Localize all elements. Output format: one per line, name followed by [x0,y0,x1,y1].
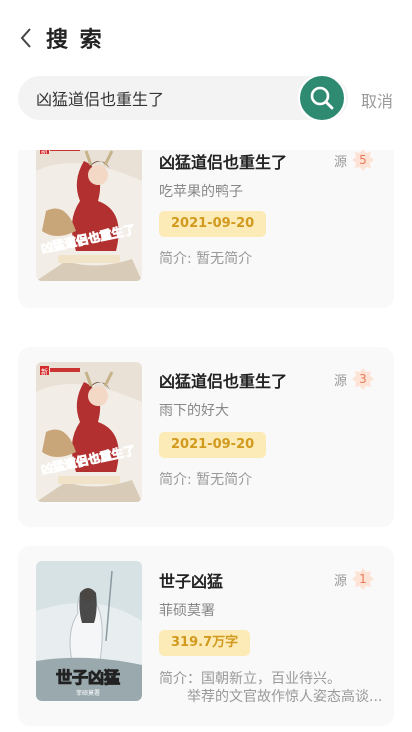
search-button[interactable] [298,74,346,122]
word-count-tag: 319.7万字 [159,630,251,656]
cover-title: 世子凶猛 [56,668,120,687]
search-bar [18,74,348,122]
source-count-badge: 3 [351,367,375,391]
book-cover: 新 凶猛道侣也重生了 [36,362,142,502]
source-count-badge: 5 [351,150,375,172]
cancel-button[interactable]: 取消 [361,88,393,112]
source-label: 源 [334,574,348,589]
book-author: 菲硕莫署 [159,603,215,619]
source-label: 源 [334,374,348,389]
book-cover: 新 凶猛道侣也重生了 [36,150,142,281]
update-date-tag: 2021-09-20 [159,211,267,237]
cover-brand: 新 [41,367,48,376]
back-button[interactable] [14,24,38,52]
book-intro: 简介：国朝新立，百业待兴。 举荐的文官故作惊人姿态高谈... [159,671,383,705]
book-author: 吃苹果的鸭子 [159,184,243,200]
source-count-badge: 1 [351,567,375,591]
book-title: 世子凶猛 [159,572,224,591]
search-input[interactable] [36,76,296,120]
update-date-tag: 2021-09-20 [159,432,267,458]
chevron-left-icon [20,28,31,48]
cover-brand: 新 [41,150,48,155]
book-intro: 简介: 暂无简介 [159,251,253,267]
book-title: 凶猛道侣也重生了 [159,153,288,172]
result-list: 新 凶猛道侣也重生了 凶猛道侣也重生了 源 5 吃苹果的鸭子 2021-09-2… [0,150,412,732]
result-card[interactable]: 新 凶猛道侣也重生了 凶猛道侣也重生了 源 5 吃苹果的鸭子 2021-09-2… [18,150,394,308]
book-intro: 简介: 暂无简介 [159,472,253,488]
header: 搜 索 [0,0,412,76]
page-title: 搜 索 [46,28,104,53]
result-card[interactable]: 新 凶猛道侣也重生了 凶猛道侣也重生了 源 3 雨下的好大 2021-09-20… [18,347,394,527]
source-label: 源 [334,155,348,170]
book-title: 凶猛道侣也重生了 [159,372,288,391]
book-author: 雨下的好大 [159,403,229,419]
book-cover: 世子凶猛 菲硕莫署 [36,561,142,701]
cover-author: 菲硕莫署 [76,689,100,697]
search-icon [310,86,334,110]
result-card[interactable]: 世子凶猛 菲硕莫署 世子凶猛 源 1 菲硕莫署 319.7万字 简介：国朝新立，… [18,546,394,726]
